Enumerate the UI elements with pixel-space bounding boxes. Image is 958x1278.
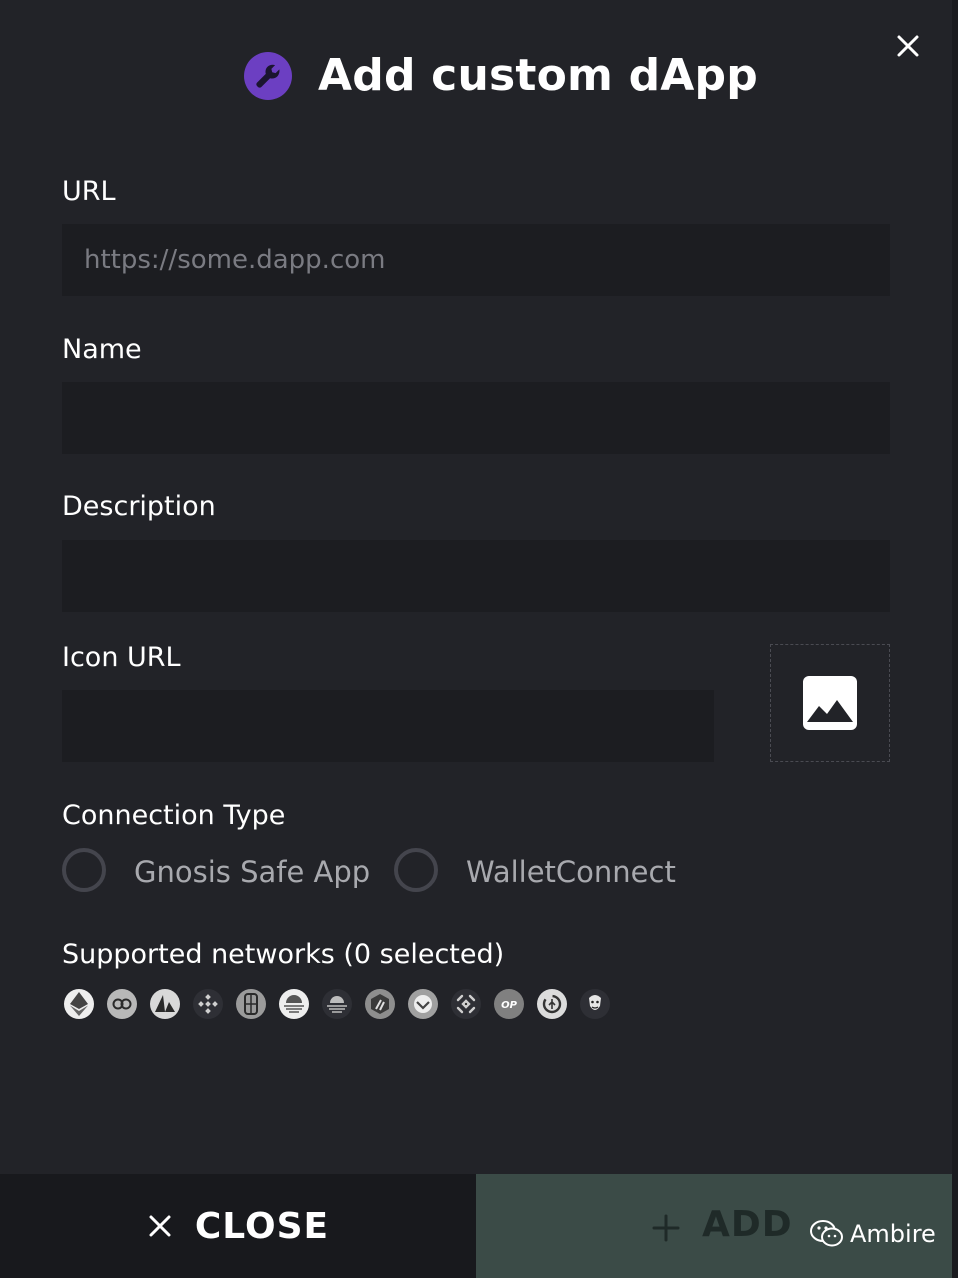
wechat-icon [810, 1220, 843, 1247]
description-input[interactable] [62, 540, 890, 612]
radio-walletconnect[interactable] [394, 848, 438, 892]
arbitrum-icon[interactable] [365, 989, 395, 1019]
scrollbar-track[interactable] [952, 0, 958, 1278]
andromeda-icon[interactable] [537, 989, 567, 1019]
icon-url-input[interactable] [62, 690, 714, 762]
watermark: Ambire [810, 1220, 936, 1248]
fantom-icon[interactable] [236, 989, 266, 1019]
svg-text:OP: OP [501, 1000, 518, 1011]
add-button[interactable]: ADD Ambire [476, 1174, 952, 1278]
url-label: URL [62, 176, 116, 207]
url-input[interactable] [62, 224, 890, 296]
kucoin-icon[interactable] [451, 989, 481, 1019]
radio-label-gnosis-safe-app[interactable]: Gnosis Safe App [134, 854, 370, 890]
add-dapp-modal: Add custom dApp URL Name Description Ico… [0, 0, 952, 1278]
cronos-icon[interactable] [580, 989, 610, 1019]
wrench-icon [244, 52, 292, 100]
avalanche-icon[interactable] [150, 989, 180, 1019]
moonbeam-icon[interactable] [279, 989, 309, 1019]
icon-url-label: Icon URL [62, 642, 181, 673]
radio-label-walletconnect[interactable]: WalletConnect [466, 854, 676, 890]
moonriver-icon[interactable] [322, 989, 352, 1019]
bnb-chain-icon[interactable] [193, 989, 223, 1019]
connection-type-label: Connection Type [62, 800, 286, 831]
close-button-label: CLOSE [194, 1205, 330, 1247]
name-label: Name [62, 334, 142, 365]
ethereum-icon[interactable] [64, 989, 94, 1019]
polygon-icon[interactable] [107, 989, 137, 1019]
close-button[interactable]: CLOSE [0, 1174, 476, 1278]
network-list: OP [64, 989, 610, 1019]
close-icon[interactable] [892, 30, 924, 62]
radio-gnosis-safe-app[interactable] [62, 848, 106, 892]
close-icon [149, 1215, 171, 1237]
image-placeholder-icon [803, 676, 857, 730]
plus-icon [652, 1214, 680, 1242]
optimism-icon[interactable]: OP [494, 989, 524, 1019]
name-input[interactable] [62, 382, 890, 454]
add-button-label: ADD [702, 1204, 793, 1245]
watermark-text: Ambire [850, 1220, 936, 1248]
modal-title: Add custom dApp [318, 50, 758, 101]
gnosis-icon[interactable] [408, 989, 438, 1019]
supported-networks-label: Supported networks (0 selected) [62, 939, 505, 970]
description-label: Description [62, 491, 216, 522]
icon-preview-box [770, 644, 890, 762]
